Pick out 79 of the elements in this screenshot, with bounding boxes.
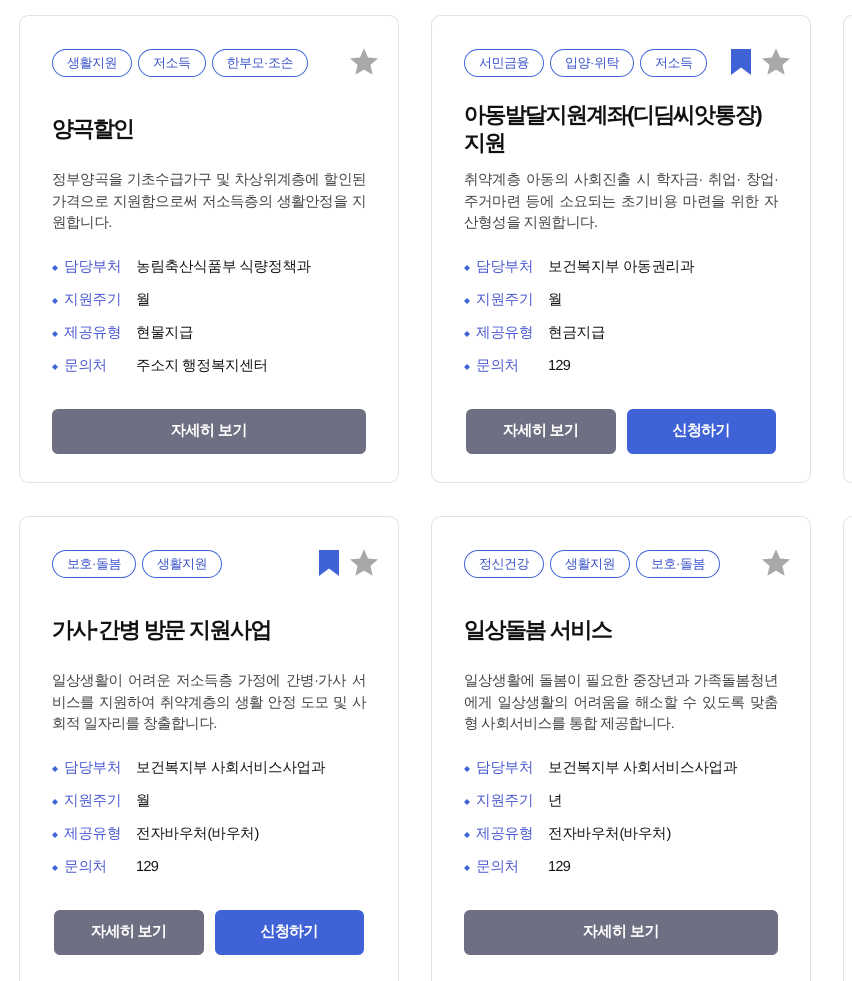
category-tag: 저소득 bbox=[138, 49, 206, 77]
card-description: 일상생활이 어려운 저소득층 가정에 간병·가사 서비스를 지원하여 취약계층의 생활 안정 도모 및 사회적 일자리를 창출합니다. bbox=[52, 672, 366, 734]
card-description: 취약계층 아동의 사회진출 시 학자금· 취업· 창업· 주거마련 등에 소요되는 초기비용 마련을 위한 자산형성을 지원합니다. bbox=[464, 171, 778, 233]
detail-value: 현금지급 bbox=[548, 324, 606, 344]
detail-label: 담당부처 bbox=[476, 258, 534, 278]
details-button[interactable]: 자세히 보기 bbox=[52, 408, 366, 454]
bookmark-icon[interactable] bbox=[731, 48, 751, 74]
diamond-bullet-icon bbox=[52, 298, 58, 304]
card-description: 정부양곡을 기초수급가구 및 차상위계층에 할인된 가격으로 지원함으로써 저소득층의 생활안정을 지원합니다. bbox=[52, 171, 366, 233]
diamond-bullet-icon bbox=[52, 265, 58, 271]
star-icon[interactable] bbox=[762, 48, 790, 75]
category-tag: 저소득 bbox=[640, 49, 708, 77]
diamond-bullet-icon bbox=[464, 865, 470, 871]
diamond-bullet-icon bbox=[52, 364, 58, 370]
details-button[interactable]: 자세히 보기 bbox=[464, 910, 778, 954]
detail-label: 문의처 bbox=[476, 357, 520, 376]
details-button[interactable]: 자세히 보기 bbox=[54, 910, 204, 954]
category-tag: 생활지원 bbox=[550, 550, 630, 578]
category-tag: 생활지원 bbox=[52, 49, 132, 77]
detail-label: 담당부처 bbox=[476, 759, 534, 778]
card-title: 일상돌봄 서비스 bbox=[464, 616, 612, 644]
category-tag: 생활지원 bbox=[142, 550, 222, 578]
category-tag: 정신건강 bbox=[464, 550, 544, 578]
detail-label: 지원주기 bbox=[64, 792, 122, 812]
detail-label: 지원주기 bbox=[476, 291, 534, 310]
card-description: 일상생활에 돌봄이 필요한 중장년과 가족돌봄청년에게 일상생활의 어려움을 해소할 수 있도록 맞춤형 사회서비스를 통합 제공합니다. bbox=[464, 672, 778, 734]
detail-value: 전자바우처(바우처) bbox=[548, 825, 671, 844]
detail-label: 제공유형 bbox=[64, 324, 122, 344]
detail-value: 월 bbox=[136, 291, 150, 310]
details-button[interactable]: 자세히 보기 bbox=[466, 408, 616, 454]
detail-label: 지원주기 bbox=[476, 792, 534, 812]
diamond-bullet-icon bbox=[464, 331, 470, 337]
detail-label: 문의처 bbox=[476, 858, 520, 878]
detail-label: 제공유형 bbox=[64, 825, 122, 844]
detail-value: 년 bbox=[548, 792, 562, 812]
detail-value: 129 bbox=[548, 858, 570, 878]
detail-label: 담당부처 bbox=[64, 759, 122, 778]
card-title: 가사·간병 방문 지원사업 bbox=[52, 616, 271, 644]
detail-value: 전자바우처(바우처) bbox=[136, 825, 259, 844]
star-icon[interactable] bbox=[350, 549, 378, 576]
category-tag: 서민금융 bbox=[464, 49, 544, 77]
diamond-bullet-icon bbox=[52, 766, 58, 772]
diamond-bullet-icon bbox=[464, 298, 470, 304]
category-tag: 입양·위탁 bbox=[550, 49, 634, 77]
detail-label: 제공유형 bbox=[476, 825, 534, 844]
diamond-bullet-icon bbox=[464, 799, 470, 805]
detail-label: 문의처 bbox=[64, 858, 108, 878]
diamond-bullet-icon bbox=[464, 265, 470, 271]
detail-value: 월 bbox=[136, 792, 150, 812]
detail-value: 129 bbox=[136, 858, 158, 878]
diamond-bullet-icon bbox=[464, 364, 470, 370]
diamond-bullet-icon bbox=[52, 865, 58, 871]
category-tag: 보호·돌봄 bbox=[52, 550, 136, 578]
star-icon[interactable] bbox=[350, 48, 378, 75]
detail-label: 지원주기 bbox=[64, 291, 122, 310]
detail-label: 담당부처 bbox=[64, 258, 122, 278]
detail-value: 주소지 행정복지센터 bbox=[136, 357, 268, 376]
diamond-bullet-icon bbox=[464, 832, 470, 838]
detail-value: 월 bbox=[548, 291, 562, 310]
detail-value: 보건복지부 사회서비스사업과 bbox=[548, 759, 738, 778]
detail-value: 농림축산식품부 식량정책과 bbox=[136, 258, 311, 278]
bookmark-icon[interactable] bbox=[319, 550, 339, 576]
card-title: 아동발달지원계좌(디딤씨앗통장)지원 bbox=[464, 101, 763, 157]
detail-value: 현물지급 bbox=[136, 324, 194, 344]
detail-value: 보건복지부 사회서비스사업과 bbox=[136, 759, 326, 778]
diamond-bullet-icon bbox=[464, 766, 470, 772]
detail-value: 129 bbox=[548, 357, 570, 376]
detail-value: 보건복지부 아동권리과 bbox=[548, 258, 694, 278]
card-title: 양곡할인 bbox=[52, 115, 134, 143]
category-tag: 보호·돌봄 bbox=[636, 550, 720, 578]
detail-label: 제공유형 bbox=[476, 324, 534, 344]
apply-button[interactable]: 신청하기 bbox=[214, 910, 364, 954]
diamond-bullet-icon bbox=[52, 799, 58, 805]
detail-label: 문의처 bbox=[64, 357, 108, 376]
category-tag: 한부모·조손 bbox=[212, 49, 308, 77]
apply-button[interactable]: 신청하기 bbox=[626, 408, 776, 454]
diamond-bullet-icon bbox=[52, 331, 58, 337]
star-icon[interactable] bbox=[762, 549, 790, 576]
diamond-bullet-icon bbox=[52, 832, 58, 838]
